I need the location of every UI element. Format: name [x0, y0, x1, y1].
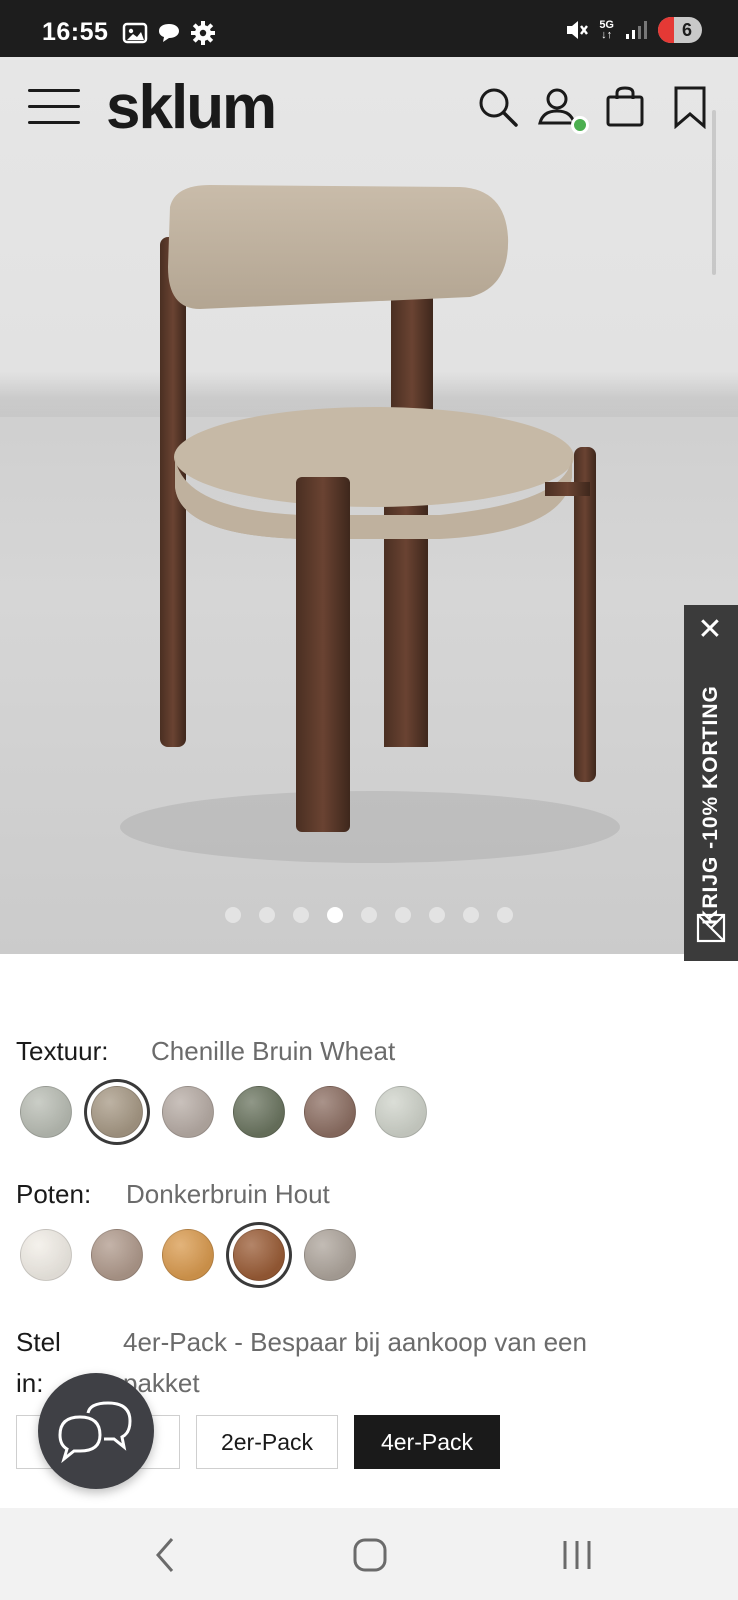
- settings-icon: [191, 21, 215, 45]
- chat-icon: [58, 1401, 132, 1464]
- carousel-dot[interactable]: [429, 907, 445, 923]
- account-online-indicator: [571, 116, 589, 134]
- carousel-dot[interactable]: [497, 907, 513, 923]
- product-image-gallery[interactable]: [0, 57, 738, 954]
- 5g-icon: 5G ↓↑: [599, 19, 614, 41]
- carousel-dot[interactable]: [259, 907, 275, 923]
- carousel-dot[interactable]: [463, 907, 479, 923]
- texture-swatch[interactable]: [304, 1086, 356, 1138]
- texture-swatch[interactable]: [233, 1086, 285, 1138]
- chat-button[interactable]: [38, 1373, 154, 1489]
- legs-value: Donkerbruin Hout: [126, 1179, 330, 1209]
- image-carousel-dots: [0, 907, 738, 923]
- recents-icon[interactable]: [552, 1530, 602, 1580]
- carousel-dot[interactable]: [327, 907, 343, 923]
- status-time: 16:55: [42, 18, 109, 46]
- mute-icon: [567, 21, 589, 39]
- bookmark-icon[interactable]: [668, 85, 712, 129]
- system-navigation-bar: [0, 1508, 738, 1600]
- home-icon[interactable]: [345, 1530, 395, 1580]
- legs-swatch[interactable]: [20, 1229, 72, 1281]
- status-left-icons: [122, 20, 216, 46]
- site-header: sklum: [0, 57, 738, 157]
- promo-text: KRIJG -10% KORTING: [699, 685, 722, 925]
- status-bar: 16:55 5G ↓↑ 6: [0, 0, 738, 57]
- texture-label: Textuur:: [16, 1036, 109, 1066]
- site-logo[interactable]: sklum: [106, 75, 277, 141]
- pack-4-button[interactable]: 4er-Pack: [354, 1415, 500, 1469]
- product-image-chair: [120, 185, 620, 863]
- legs-swatch[interactable]: [162, 1229, 214, 1281]
- envelope-icon: [696, 913, 726, 943]
- pack-2-button[interactable]: 2er-Pack: [196, 1415, 338, 1469]
- legs-swatch[interactable]: [233, 1229, 285, 1281]
- discount-promo-tab[interactable]: ✕ KRIJG -10% KORTING: [684, 605, 738, 961]
- texture-swatch[interactable]: [91, 1086, 143, 1138]
- scroll-indicator: [712, 110, 716, 275]
- texture-swatch[interactable]: [20, 1086, 72, 1138]
- back-icon[interactable]: [140, 1530, 190, 1580]
- carousel-dot[interactable]: [293, 907, 309, 923]
- chat-bubble-icon: [159, 24, 179, 42]
- legs-swatch[interactable]: [91, 1229, 143, 1281]
- carousel-dot[interactable]: [225, 907, 241, 923]
- gallery-icon: [122, 22, 148, 44]
- carousel-dot[interactable]: [395, 907, 411, 923]
- legs-swatches: [20, 1229, 356, 1281]
- legs-label: Poten:: [16, 1179, 92, 1209]
- close-icon[interactable]: ✕: [695, 615, 725, 645]
- texture-swatch[interactable]: [162, 1086, 214, 1138]
- texture-swatch[interactable]: [375, 1086, 427, 1138]
- texture-swatches: [20, 1086, 427, 1138]
- search-icon[interactable]: [476, 85, 520, 129]
- signal-icon: [626, 21, 647, 39]
- legs-swatch[interactable]: [304, 1229, 356, 1281]
- carousel-dot[interactable]: [361, 907, 377, 923]
- status-right-icons: 5G ↓↑ 6: [563, 17, 702, 43]
- menu-icon[interactable]: [28, 89, 80, 129]
- texture-value: Chenille Bruin Wheat: [151, 1036, 396, 1066]
- cart-icon[interactable]: [603, 85, 647, 129]
- notification-count-badge: 6: [658, 17, 702, 43]
- pack-value: 4er-Pack - Bespaar bij aankoop van een pa…: [123, 1327, 587, 1398]
